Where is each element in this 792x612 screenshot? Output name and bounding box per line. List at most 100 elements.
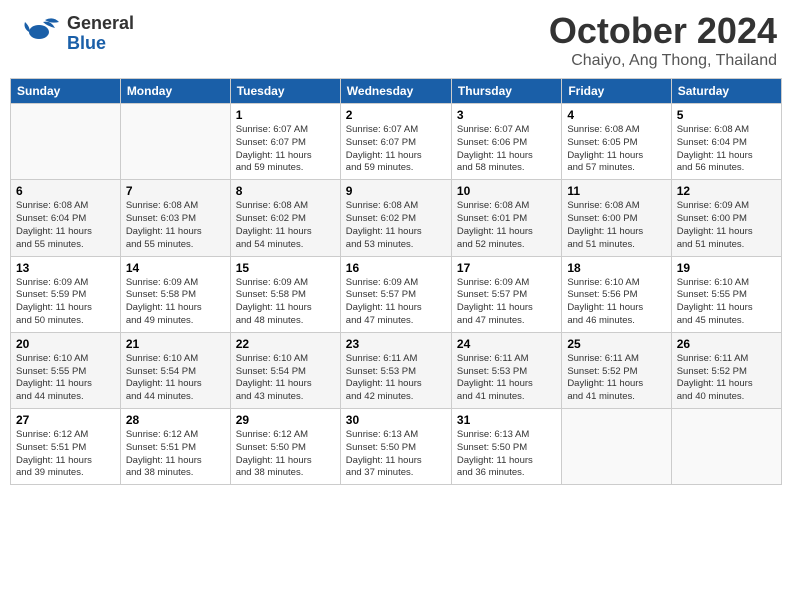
- day-number: 28: [126, 413, 225, 427]
- logo-general: General: [67, 14, 134, 34]
- day-info: Sunrise: 6:11 AMSunset: 5:53 PMDaylight:…: [346, 353, 446, 404]
- calendar-cell: 19 Sunrise: 6:10 AMSunset: 5:55 PMDayligh…: [671, 256, 781, 332]
- calendar-cell: 15 Sunrise: 6:09 AMSunset: 5:58 PMDayligh…: [230, 256, 340, 332]
- day-number: 4: [567, 108, 665, 122]
- day-info: Sunrise: 6:09 AMSunset: 5:58 PMDaylight:…: [126, 277, 225, 328]
- calendar-cell: 26 Sunrise: 6:11 AMSunset: 5:52 PMDayligh…: [671, 332, 781, 408]
- day-info: Sunrise: 6:10 AMSunset: 5:55 PMDaylight:…: [677, 277, 776, 328]
- day-number: 8: [236, 184, 335, 198]
- calendar-cell: 7 Sunrise: 6:08 AMSunset: 6:03 PMDaylight…: [120, 180, 230, 256]
- day-number: 5: [677, 108, 776, 122]
- day-info: Sunrise: 6:12 AMSunset: 5:51 PMDaylight:…: [16, 429, 115, 480]
- calendar-cell: 11 Sunrise: 6:08 AMSunset: 6:00 PMDayligh…: [562, 180, 671, 256]
- day-number: 2: [346, 108, 446, 122]
- day-info: Sunrise: 6:08 AMSunset: 6:00 PMDaylight:…: [567, 200, 665, 251]
- calendar-cell: [11, 104, 121, 180]
- calendar-cell: 16Sunrise: 6:09 AMSunset: 5:57 PMDayligh…: [340, 256, 451, 332]
- calendar-cell: 31 Sunrise: 6:13 AMSunset: 5:50 PMDayligh…: [451, 409, 561, 485]
- col-sunday: Sunday: [11, 79, 121, 104]
- logo-icon: [15, 10, 63, 58]
- calendar-cell: 20Sunrise: 6:10 AMSunset: 5:55 PMDayligh…: [11, 332, 121, 408]
- calendar-cell: 13 Sunrise: 6:09 AMSunset: 5:59 PMDayligh…: [11, 256, 121, 332]
- calendar-cell: 23Sunrise: 6:11 AMSunset: 5:53 PMDayligh…: [340, 332, 451, 408]
- day-number: 26: [677, 337, 776, 351]
- day-number: 14: [126, 261, 225, 275]
- day-info: Sunrise: 6:10 AMSunset: 5:54 PMDaylight:…: [126, 353, 225, 404]
- day-info: Sunrise: 6:09 AMSunset: 5:57 PMDaylight:…: [346, 277, 446, 328]
- logo-text-block: General Blue: [67, 14, 134, 54]
- day-info: Sunrise: 6:07 AMSunset: 6:07 PMDaylight:…: [346, 124, 446, 175]
- day-info: Sunrise: 6:09 AMSunset: 5:57 PMDaylight:…: [457, 277, 556, 328]
- month-title: October 2024: [549, 10, 777, 52]
- col-wednesday: Wednesday: [340, 79, 451, 104]
- calendar-week-row: 20Sunrise: 6:10 AMSunset: 5:55 PMDayligh…: [11, 332, 782, 408]
- calendar-cell: 3 Sunrise: 6:07 AMSunset: 6:06 PMDaylight…: [451, 104, 561, 180]
- calendar-cell: 6 Sunrise: 6:08 AMSunset: 6:04 PMDaylight…: [11, 180, 121, 256]
- calendar-cell: 30Sunrise: 6:13 AMSunset: 5:50 PMDayligh…: [340, 409, 451, 485]
- day-number: 27: [16, 413, 115, 427]
- day-info: Sunrise: 6:07 AMSunset: 6:06 PMDaylight:…: [457, 124, 556, 175]
- calendar-cell: [120, 104, 230, 180]
- calendar-cell: [562, 409, 671, 485]
- logo: General Blue: [15, 10, 134, 58]
- calendar-cell: 10Sunrise: 6:08 AMSunset: 6:01 PMDayligh…: [451, 180, 561, 256]
- title-block: October 2024 Chaiyo, Ang Thong, Thailand: [549, 10, 777, 70]
- day-number: 15: [236, 261, 335, 275]
- day-number: 3: [457, 108, 556, 122]
- day-info: Sunrise: 6:09 AMSunset: 5:58 PMDaylight:…: [236, 277, 335, 328]
- day-info: Sunrise: 6:09 AMSunset: 5:59 PMDaylight:…: [16, 277, 115, 328]
- calendar-week-row: 1Sunrise: 6:07 AMSunset: 6:07 PMDaylight…: [11, 104, 782, 180]
- day-info: Sunrise: 6:13 AMSunset: 5:50 PMDaylight:…: [457, 429, 556, 480]
- day-number: 21: [126, 337, 225, 351]
- calendar-cell: 21 Sunrise: 6:10 AMSunset: 5:54 PMDayligh…: [120, 332, 230, 408]
- day-info: Sunrise: 6:08 AMSunset: 6:01 PMDaylight:…: [457, 200, 556, 251]
- calendar-cell: 5Sunrise: 6:08 AMSunset: 6:04 PMDaylight…: [671, 104, 781, 180]
- col-monday: Monday: [120, 79, 230, 104]
- calendar-cell: 14 Sunrise: 6:09 AMSunset: 5:58 PMDayligh…: [120, 256, 230, 332]
- calendar-cell: 29Sunrise: 6:12 AMSunset: 5:50 PMDayligh…: [230, 409, 340, 485]
- day-info: Sunrise: 6:09 AMSunset: 6:00 PMDaylight:…: [677, 200, 776, 251]
- day-info: Sunrise: 6:11 AMSunset: 5:53 PMDaylight:…: [457, 353, 556, 404]
- location-title: Chaiyo, Ang Thong, Thailand: [549, 52, 777, 70]
- calendar-cell: 17 Sunrise: 6:09 AMSunset: 5:57 PMDayligh…: [451, 256, 561, 332]
- day-number: 7: [126, 184, 225, 198]
- day-number: 18: [567, 261, 665, 275]
- day-number: 19: [677, 261, 776, 275]
- day-number: 31: [457, 413, 556, 427]
- day-info: Sunrise: 6:07 AMSunset: 6:07 PMDaylight:…: [236, 124, 335, 175]
- calendar-header-row: Sunday Monday Tuesday Wednesday Thursday…: [11, 79, 782, 104]
- calendar-cell: 18 Sunrise: 6:10 AMSunset: 5:56 PMDayligh…: [562, 256, 671, 332]
- calendar-cell: 2 Sunrise: 6:07 AMSunset: 6:07 PMDaylight…: [340, 104, 451, 180]
- page-header: General Blue October 2024 Chaiyo, Ang Th…: [10, 10, 782, 70]
- day-info: Sunrise: 6:08 AMSunset: 6:02 PMDaylight:…: [236, 200, 335, 251]
- logo-blue: Blue: [67, 34, 134, 54]
- calendar-cell: [671, 409, 781, 485]
- col-tuesday: Tuesday: [230, 79, 340, 104]
- calendar-cell: 1Sunrise: 6:07 AMSunset: 6:07 PMDaylight…: [230, 104, 340, 180]
- calendar-week-row: 13 Sunrise: 6:09 AMSunset: 5:59 PMDayligh…: [11, 256, 782, 332]
- col-friday: Friday: [562, 79, 671, 104]
- calendar-cell: 8 Sunrise: 6:08 AMSunset: 6:02 PMDaylight…: [230, 180, 340, 256]
- calendar-cell: 27 Sunrise: 6:12 AMSunset: 5:51 PMDayligh…: [11, 409, 121, 485]
- day-info: Sunrise: 6:10 AMSunset: 5:56 PMDaylight:…: [567, 277, 665, 328]
- day-info: Sunrise: 6:12 AMSunset: 5:50 PMDaylight:…: [236, 429, 335, 480]
- day-number: 20: [16, 337, 115, 351]
- day-info: Sunrise: 6:10 AMSunset: 5:54 PMDaylight:…: [236, 353, 335, 404]
- day-number: 13: [16, 261, 115, 275]
- day-info: Sunrise: 6:08 AMSunset: 6:03 PMDaylight:…: [126, 200, 225, 251]
- calendar-cell: 22Sunrise: 6:10 AMSunset: 5:54 PMDayligh…: [230, 332, 340, 408]
- day-number: 25: [567, 337, 665, 351]
- day-info: Sunrise: 6:11 AMSunset: 5:52 PMDaylight:…: [567, 353, 665, 404]
- calendar-cell: 24 Sunrise: 6:11 AMSunset: 5:53 PMDayligh…: [451, 332, 561, 408]
- day-number: 30: [346, 413, 446, 427]
- day-info: Sunrise: 6:08 AMSunset: 6:04 PMDaylight:…: [16, 200, 115, 251]
- day-number: 6: [16, 184, 115, 198]
- day-info: Sunrise: 6:11 AMSunset: 5:52 PMDaylight:…: [677, 353, 776, 404]
- day-number: 11: [567, 184, 665, 198]
- day-number: 24: [457, 337, 556, 351]
- day-info: Sunrise: 6:08 AMSunset: 6:02 PMDaylight:…: [346, 200, 446, 251]
- calendar-cell: 9Sunrise: 6:08 AMSunset: 6:02 PMDaylight…: [340, 180, 451, 256]
- day-number: 17: [457, 261, 556, 275]
- day-info: Sunrise: 6:12 AMSunset: 5:51 PMDaylight:…: [126, 429, 225, 480]
- calendar-cell: 28 Sunrise: 6:12 AMSunset: 5:51 PMDayligh…: [120, 409, 230, 485]
